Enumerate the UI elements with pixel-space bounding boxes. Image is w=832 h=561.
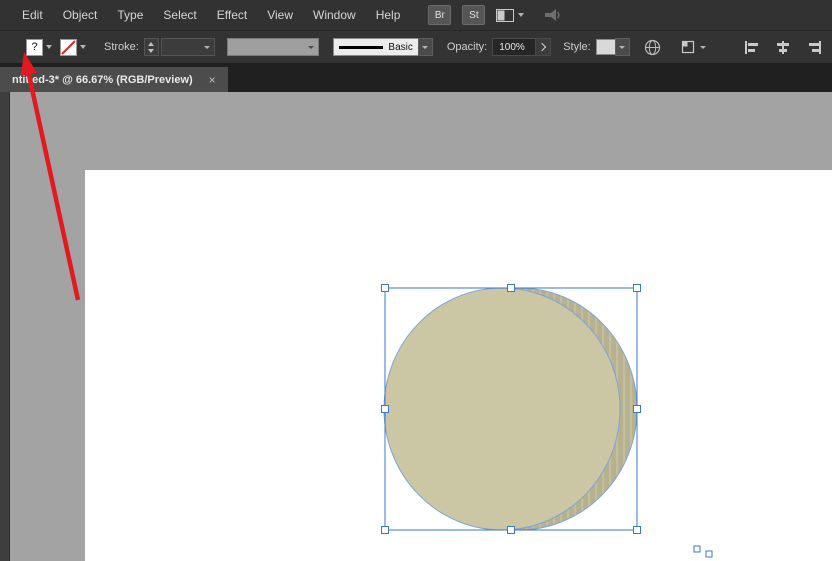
- menu-select[interactable]: Select: [153, 0, 206, 30]
- bridge-button[interactable]: Br: [428, 5, 452, 25]
- selection-handle[interactable]: [705, 550, 713, 558]
- transform-menu-button[interactable]: [681, 40, 706, 54]
- selection-handle[interactable]: [633, 284, 641, 292]
- brush-definition-dropdown[interactable]: Basic: [332, 38, 419, 56]
- menu-edit[interactable]: Edit: [12, 0, 53, 30]
- align-left-icon[interactable]: [744, 40, 760, 54]
- share-icon: [545, 8, 560, 21]
- selection-handle[interactable]: [507, 526, 515, 534]
- canvas-area[interactable]: [0, 92, 832, 561]
- menu-help[interactable]: Help: [366, 0, 411, 30]
- variable-width-profile-dropdown[interactable]: [226, 38, 319, 56]
- document-setup-globe-icon[interactable]: [644, 39, 661, 56]
- chevron-down-icon: [619, 45, 626, 49]
- chevron-down-icon: [422, 45, 429, 49]
- graphic-style-control[interactable]: [595, 38, 630, 56]
- selection-handle[interactable]: [381, 526, 389, 534]
- circle-front-face[interactable]: [383, 287, 621, 531]
- chevron-down-icon[interactable]: [46, 45, 52, 49]
- document-tab-title: ntitled-3* @ 66.67% (RGB/Preview): [12, 73, 193, 86]
- graphic-style-swatch[interactable]: [595, 39, 616, 55]
- stroke-color-control[interactable]: [60, 38, 86, 56]
- opacity-input[interactable]: 100%: [492, 38, 537, 56]
- selection-handle[interactable]: [507, 284, 515, 292]
- menu-bar: Edit Object Type Select Effect View Wind…: [0, 0, 832, 30]
- style-dropdown-button[interactable]: [614, 38, 630, 56]
- chevron-down-icon[interactable]: [80, 45, 86, 49]
- menu-type[interactable]: Type: [107, 0, 153, 30]
- document-tab-bar: ntitled-3* @ 66.67% (RGB/Preview) ×: [0, 64, 832, 92]
- menu-object[interactable]: Object: [53, 0, 108, 30]
- fill-swatch[interactable]: ?: [26, 38, 43, 56]
- chevron-right-icon: [537, 42, 547, 52]
- chevron-down-icon[interactable]: [307, 45, 314, 49]
- menu-window[interactable]: Window: [303, 0, 366, 30]
- opacity-expand-button[interactable]: [535, 38, 552, 56]
- brush-name-label: Basic: [388, 41, 413, 53]
- brush-definition-control[interactable]: Basic: [332, 38, 433, 56]
- selection-handle[interactable]: [633, 405, 641, 413]
- stroke-weight-label: Stroke:: [104, 41, 139, 53]
- stepper-up-icon[interactable]: [148, 41, 155, 46]
- basic-brush-stroke-preview: [338, 45, 384, 49]
- none-slash-icon: [61, 39, 76, 55]
- arrange-documents-button[interactable]: [496, 8, 525, 22]
- document-tab[interactable]: ntitled-3* @ 66.67% (RGB/Preview) ×: [0, 67, 228, 92]
- illustrator-window: { "menu": { "items": ["Edit", "Object", …: [0, 0, 832, 561]
- align-right-icon[interactable]: [806, 40, 822, 54]
- stroke-none-swatch[interactable]: [60, 38, 77, 56]
- partial-selection-marks: [693, 545, 713, 558]
- menu-effect[interactable]: Effect: [207, 0, 257, 30]
- selection-handle[interactable]: [381, 405, 389, 413]
- selection-handle[interactable]: [633, 526, 641, 534]
- chevron-down-icon[interactable]: [203, 45, 210, 49]
- selection-handle[interactable]: [693, 545, 701, 553]
- align-center-icon[interactable]: [775, 40, 791, 54]
- tab-close-button[interactable]: ×: [209, 73, 216, 87]
- selection-handle[interactable]: [381, 284, 389, 292]
- control-bar: ? Stroke: Basic Opacity: 100% Style:: [0, 30, 832, 64]
- brush-dropdown-button[interactable]: [417, 38, 433, 56]
- arrange-documents-icon: [496, 8, 515, 22]
- chevron-down-icon: [699, 45, 706, 49]
- stock-button[interactable]: St: [462, 5, 486, 25]
- app-bar-icons: Br St: [428, 5, 561, 25]
- chevron-down-icon: [518, 13, 525, 17]
- stepper-down-icon[interactable]: [148, 48, 155, 53]
- artwork-layer: [381, 284, 713, 558]
- opacity-label: Opacity:: [446, 41, 488, 53]
- stroke-weight-combo[interactable]: [160, 38, 215, 56]
- transform-icon: [681, 40, 694, 54]
- fill-color-control[interactable]: ?: [26, 38, 52, 56]
- align-buttons: [744, 40, 832, 54]
- menu-view[interactable]: View: [257, 0, 303, 30]
- style-label: Style:: [563, 41, 591, 53]
- stroke-weight-stepper[interactable]: [143, 38, 159, 56]
